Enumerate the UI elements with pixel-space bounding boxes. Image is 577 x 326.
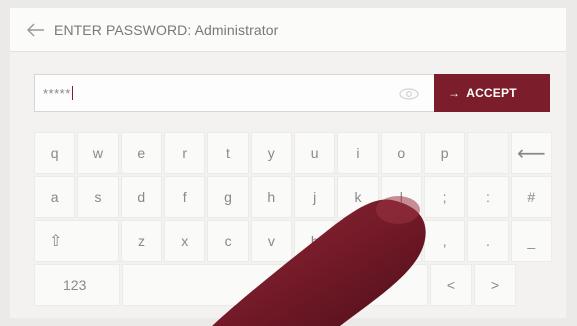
keyboard-row-3: ⇧ z x c v b n m , . _ <box>34 220 554 262</box>
accept-arrow-icon: → <box>448 86 461 100</box>
key-n[interactable]: n <box>337 220 379 262</box>
back-button[interactable] <box>18 8 54 52</box>
key-v[interactable]: v <box>250 220 293 262</box>
key-hash[interactable]: # <box>510 176 552 218</box>
key-i[interactable]: i <box>337 132 379 174</box>
numbers-key[interactable]: 123 <box>34 264 120 306</box>
key-d[interactable]: d <box>120 176 162 218</box>
key-semicolon[interactable]: ; <box>423 176 466 218</box>
header-bar: ENTER PASSWORD: Administrator <box>10 8 566 52</box>
keyboard-row-2: a s d f g h j k l ; : # <box>34 176 554 218</box>
key-comma[interactable]: , <box>424 220 466 262</box>
shift-key[interactable]: ⇧ <box>34 220 119 262</box>
key-l[interactable]: l <box>380 176 422 218</box>
key-x[interactable]: x <box>164 220 206 262</box>
key-k[interactable]: k <box>337 176 379 218</box>
key-blank <box>467 132 509 174</box>
keyboard-row-1: q w e r t y u i o p ⟵ <box>34 132 554 174</box>
key-q[interactable]: q <box>34 132 76 174</box>
password-value: ***** <box>43 85 71 101</box>
key-b[interactable]: b <box>294 220 336 262</box>
key-e[interactable]: e <box>120 132 162 174</box>
keyboard-row-4: 123 < > <box>34 264 554 306</box>
key-m[interactable]: m <box>380 220 422 262</box>
key-underscore[interactable]: _ <box>510 220 552 262</box>
password-row: ***** → ACCEPT <box>34 74 550 112</box>
key-colon[interactable]: : <box>467 176 509 218</box>
password-screen: ENTER PASSWORD: Administrator ***** → AC… <box>10 8 566 318</box>
password-input[interactable]: ***** <box>34 74 434 112</box>
accept-button[interactable]: → ACCEPT <box>434 74 550 112</box>
back-arrow-icon <box>27 23 44 36</box>
key-f[interactable]: f <box>163 176 206 218</box>
key-g[interactable]: g <box>207 176 249 218</box>
page-title: ENTER PASSWORD: Administrator <box>54 21 279 38</box>
key-o[interactable]: o <box>380 132 422 174</box>
cursor-right-key[interactable]: > <box>474 264 516 306</box>
key-p[interactable]: p <box>423 132 466 174</box>
key-t[interactable]: t <box>207 132 249 174</box>
text-caret <box>71 86 73 100</box>
key-period[interactable]: . <box>467 220 509 262</box>
key-u[interactable]: u <box>293 132 336 174</box>
key-a[interactable]: a <box>34 176 76 218</box>
on-screen-keyboard: q w e r t y u i o p ⟵ a s d f g h j k l … <box>34 132 554 308</box>
key-z[interactable]: z <box>120 220 163 262</box>
key-c[interactable]: c <box>207 220 249 262</box>
cursor-left-key[interactable]: < <box>430 264 472 306</box>
key-w[interactable]: w <box>77 132 119 174</box>
key-y[interactable]: y <box>250 132 292 174</box>
key-h[interactable]: h <box>250 176 292 218</box>
accept-label: ACCEPT <box>466 86 517 100</box>
key-j[interactable]: j <box>293 176 336 218</box>
shift-icon: ⇧ <box>49 233 63 250</box>
eye-icon[interactable] <box>398 85 420 103</box>
key-s[interactable]: s <box>77 176 119 218</box>
key-r[interactable]: r <box>163 132 206 174</box>
space-key[interactable] <box>122 264 428 306</box>
backspace-key[interactable]: ⟵ <box>510 132 552 174</box>
